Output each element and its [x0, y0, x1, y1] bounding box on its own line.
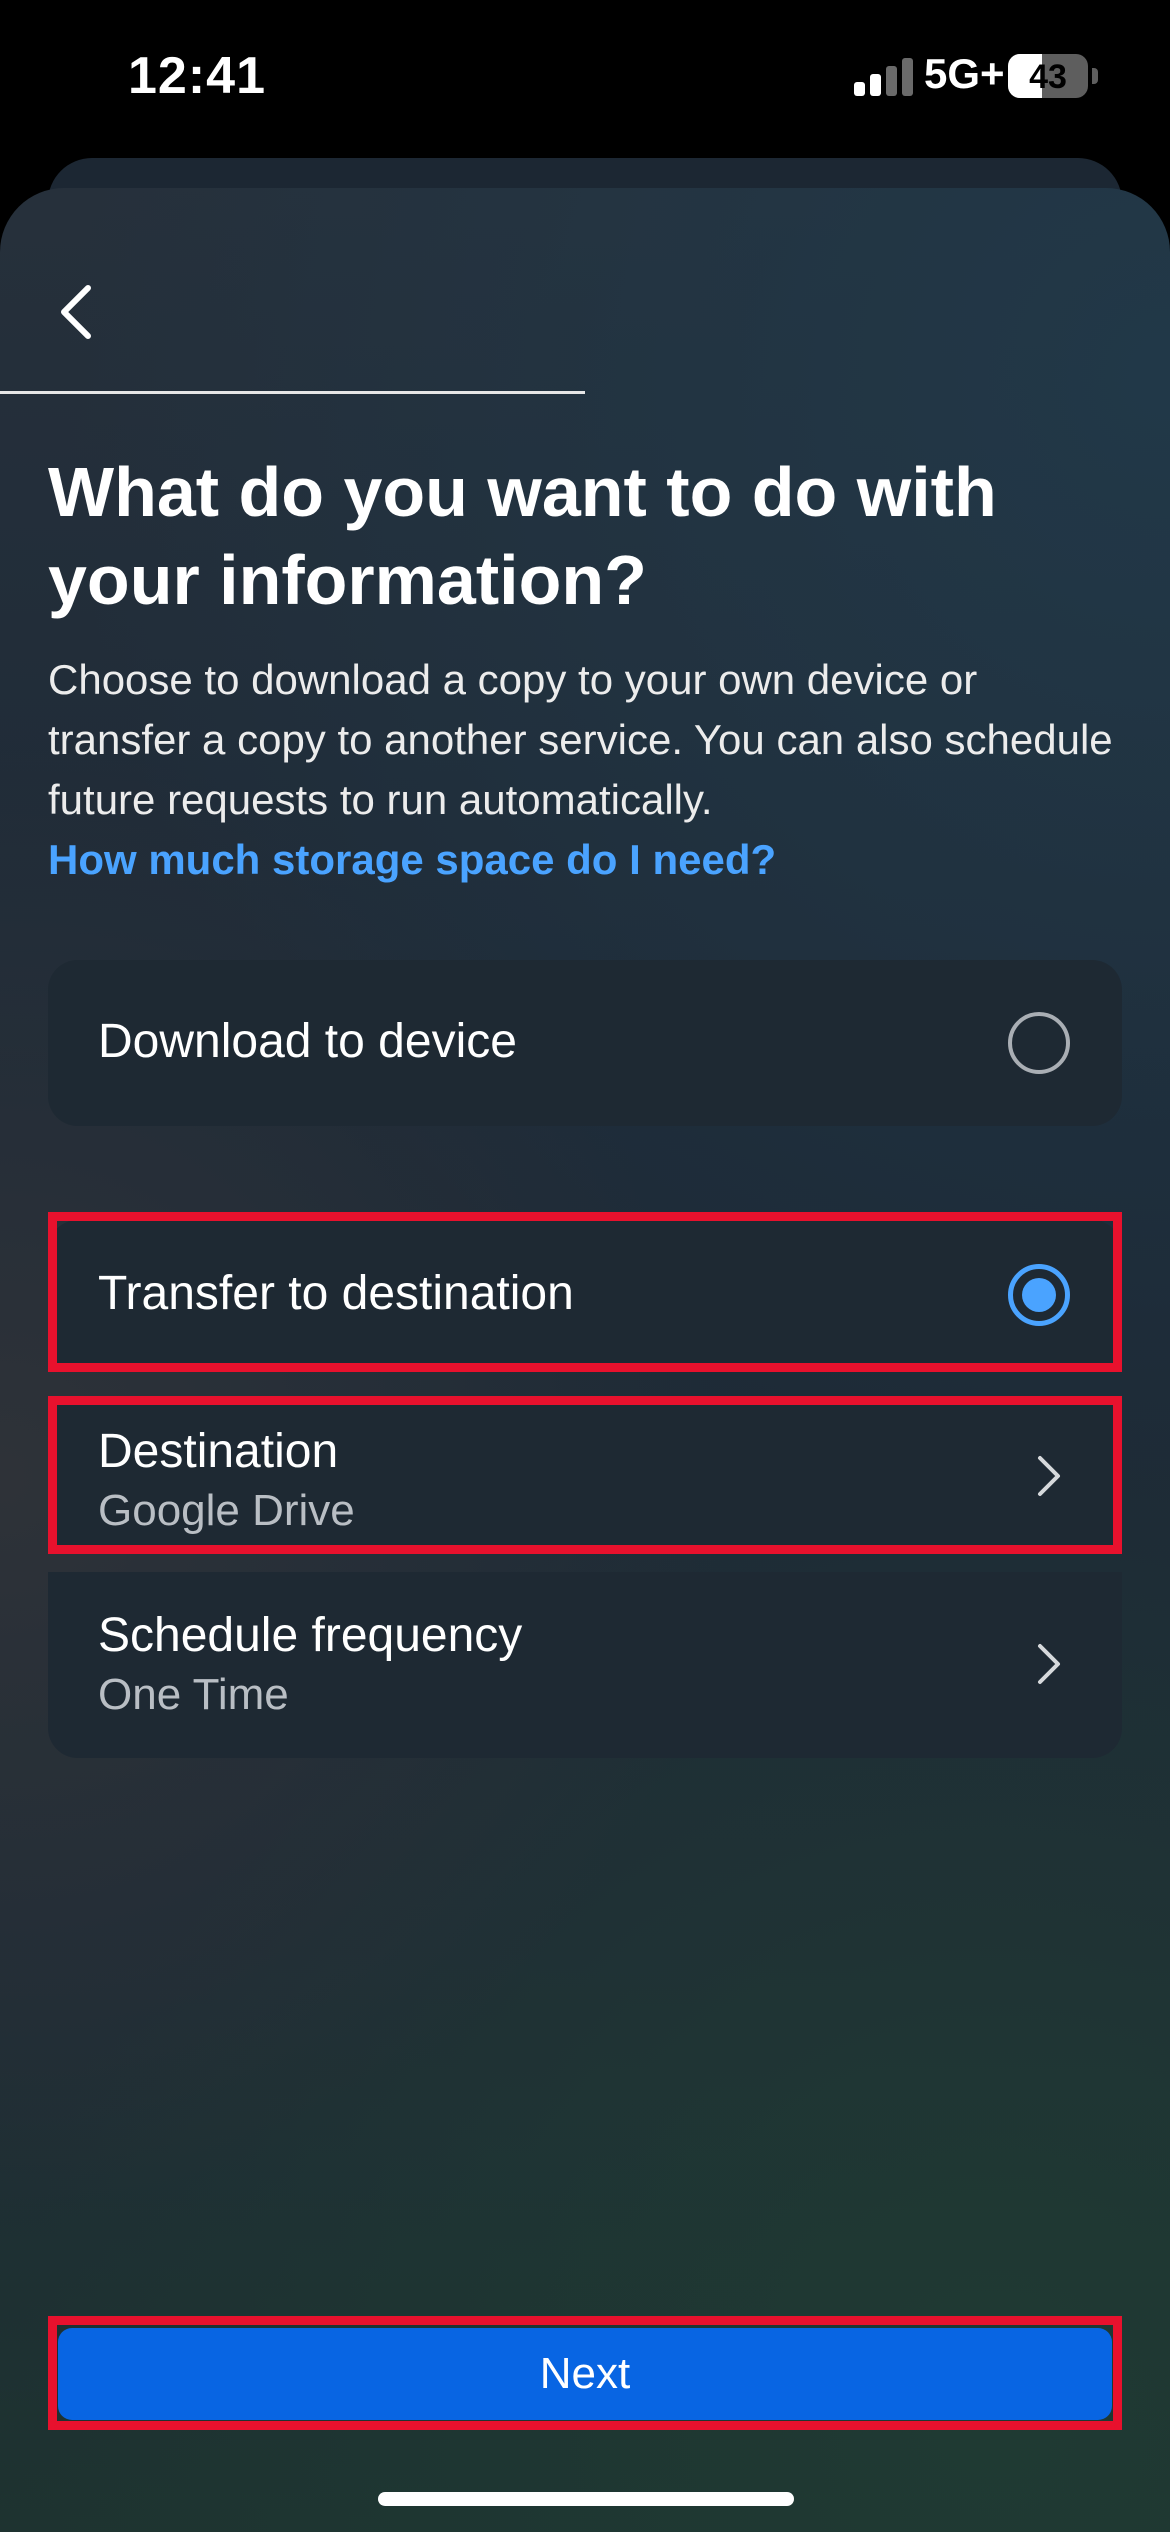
- destination-row[interactable]: Destination Google Drive: [48, 1402, 1122, 1550]
- transfer-to-destination-option[interactable]: Transfer to destination: [48, 1220, 1122, 1370]
- battery-tip: [1092, 68, 1098, 84]
- cellular-signal-icon: [854, 58, 914, 96]
- chevron-right-icon: [1038, 1644, 1060, 1684]
- destination-label: Destination: [98, 1425, 339, 1478]
- radio-selected-dot: [1022, 1278, 1056, 1312]
- storage-help-link[interactable]: How much storage space do I need?: [48, 830, 1128, 890]
- page-description: Choose to download a copy to your own de…: [48, 650, 1128, 890]
- download-option-label: Download to device: [98, 1015, 517, 1068]
- chevron-left-icon: [61, 285, 91, 339]
- transfer-radio[interactable]: [1008, 1264, 1070, 1326]
- back-button[interactable]: [48, 276, 104, 348]
- status-bar: 12:41 5G+ 43: [0, 0, 1170, 150]
- download-to-device-option[interactable]: Download to device: [48, 960, 1122, 1126]
- battery-percent: 43: [1029, 58, 1067, 96]
- progress-indicator: [0, 391, 585, 394]
- chevron-right-icon: [1038, 1456, 1060, 1496]
- screen: 12:41 5G+ 43 What do you want to do with…: [0, 0, 1170, 2532]
- status-time: 12:41: [128, 47, 266, 105]
- schedule-value: One Time: [98, 1670, 289, 1719]
- next-button[interactable]: Next: [58, 2328, 1112, 2420]
- network-type: 5G+: [924, 50, 1005, 97]
- page-title: What do you want to do with your informa…: [48, 453, 997, 619]
- description-text: Choose to download a copy to your own de…: [48, 656, 1113, 823]
- schedule-frequency-row[interactable]: Schedule frequency One Time: [48, 1572, 1122, 1758]
- destination-value: Google Drive: [98, 1486, 355, 1535]
- schedule-label: Schedule frequency: [98, 1609, 523, 1662]
- home-indicator[interactable]: [378, 2492, 794, 2506]
- transfer-option-label: Transfer to destination: [98, 1267, 574, 1320]
- download-radio[interactable]: [1008, 1012, 1070, 1074]
- battery-icon: 43: [1008, 54, 1088, 98]
